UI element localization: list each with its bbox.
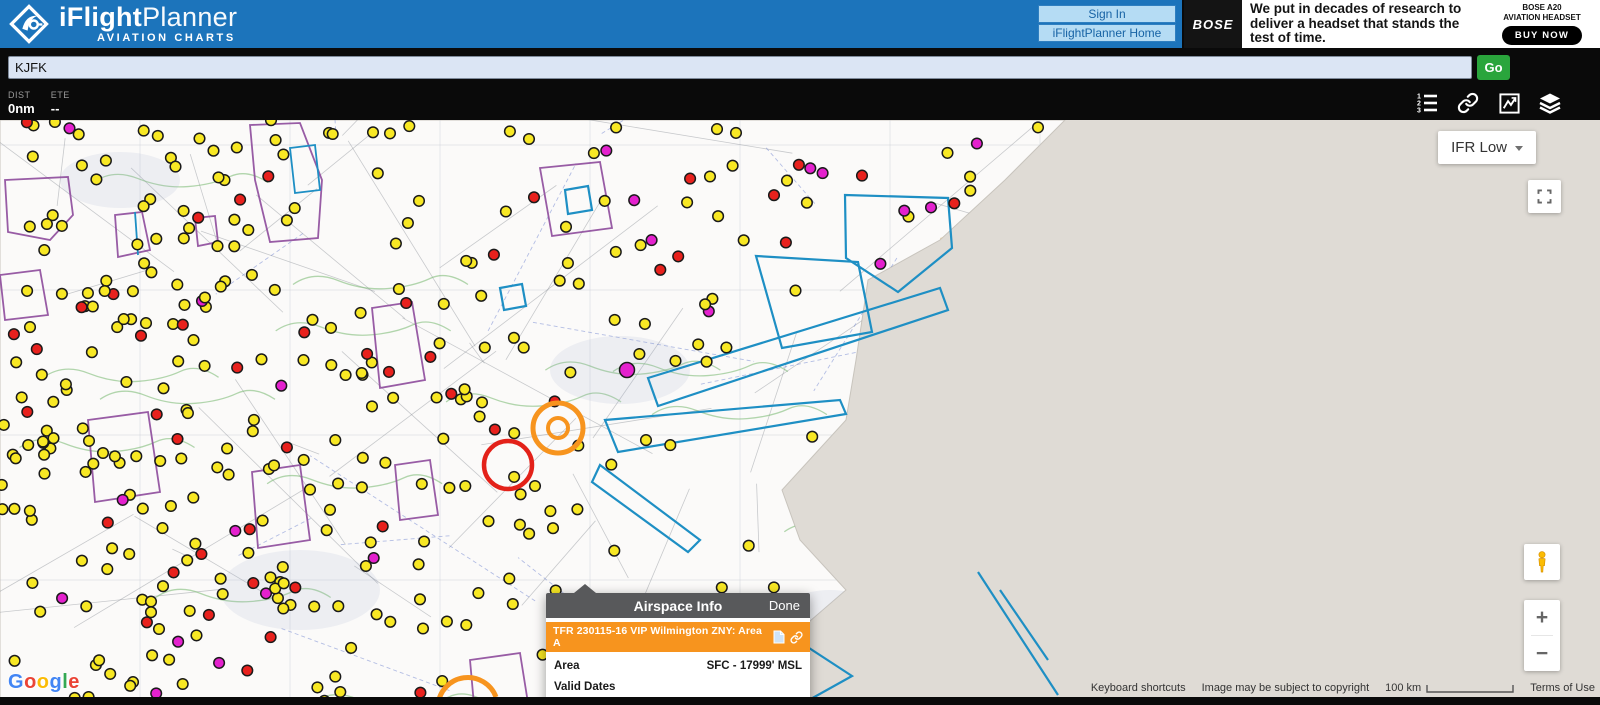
chart-layer-selector[interactable]: IFR Low	[1438, 131, 1536, 164]
search-input[interactable]	[8, 55, 1472, 79]
svg-text:1: 1	[1417, 94, 1421, 101]
app-header: iFlightPlanner AVIATION CHARTS Sign In i…	[0, 0, 1600, 48]
popup-title: Airspace Info	[633, 597, 723, 614]
buy-now-button[interactable]: BUY NOW	[1501, 26, 1583, 45]
ete-value: --	[50, 101, 60, 116]
ete-label: ETE	[50, 90, 70, 100]
map-scale: 100 km	[1385, 682, 1514, 694]
bose-logo: BOSE	[1184, 0, 1242, 48]
street-view-pegman[interactable]	[1524, 544, 1560, 580]
distance-label: DIST	[8, 90, 31, 100]
link-icon	[1457, 92, 1479, 114]
google-logo[interactable]: Google	[8, 671, 80, 694]
layer-selector-label: IFR Low	[1451, 139, 1507, 156]
search-bar: Go	[0, 48, 1600, 86]
layers-button[interactable]	[1538, 91, 1562, 115]
sign-in-button[interactable]: Sign In	[1038, 5, 1176, 23]
brand-tagline: AVIATION CHARTS	[97, 32, 236, 44]
done-button[interactable]: Done	[769, 593, 800, 618]
route-list-button[interactable]: 123	[1415, 91, 1439, 115]
scale-bar	[1426, 684, 1514, 693]
route-profile-button[interactable]	[1497, 91, 1521, 115]
tfr-item-row[interactable]: TFR 230115-16 VIP Wilmington ZNY: Area A	[546, 622, 810, 652]
distance-metric: DIST 0nm	[8, 90, 35, 116]
auth-buttons: Sign In iFlightPlanner Home	[1038, 5, 1176, 42]
route-chart-icon	[1498, 92, 1520, 114]
zoom-out-button[interactable]: −	[1524, 636, 1560, 671]
ordered-list-icon: 123	[1417, 94, 1437, 115]
go-button[interactable]: Go	[1477, 54, 1510, 80]
valid-dates-label: Valid Dates	[554, 681, 616, 693]
map-zoom-control: + −	[1524, 600, 1560, 671]
tfr-title: TFR 230115-16 VIP Wilmington ZNY: Area A	[553, 625, 762, 649]
popup-pointer	[574, 584, 596, 593]
scale-label: 100 km	[1385, 682, 1422, 694]
terms-of-use-link[interactable]: Terms of Use	[1530, 682, 1595, 694]
ad-product-type: AVIATION HEADSET	[1503, 13, 1581, 22]
flight-status-bar: DIST 0nm ETE -- 123	[0, 86, 1600, 120]
airspace-info-popup: Airspace Info Done TFR 230115-16 VIP Wil…	[546, 584, 810, 705]
chevron-down-icon	[1515, 146, 1523, 151]
bottom-bar	[0, 697, 1600, 705]
svg-text:3: 3	[1417, 108, 1421, 115]
bose-ad-banner[interactable]: BOSE We put in decades of research to de…	[1182, 0, 1600, 48]
copyright-notice: Image may be subject to copyright	[1201, 682, 1370, 694]
ad-copy-text: We put in decades of research to deliver…	[1250, 0, 1462, 46]
ete-metric: ETE --	[51, 90, 70, 116]
layers-icon	[1539, 93, 1561, 114]
map-canvas[interactable]: IFR Low + − Airspace Info Done TFR 23011…	[0, 120, 1600, 705]
ad-product-name: BOSE A20	[1522, 3, 1562, 12]
area-label: Area	[554, 660, 580, 672]
iflightplanner-logo-icon	[9, 4, 49, 44]
document-icon[interactable]	[773, 630, 785, 644]
brand-name-light: Planner	[142, 2, 238, 32]
share-link-button[interactable]	[1456, 91, 1480, 115]
fullscreen-icon	[1537, 189, 1552, 204]
zoom-in-button[interactable]: +	[1524, 600, 1560, 635]
fullscreen-button[interactable]	[1528, 180, 1561, 213]
brand-name-bold: iFlight	[59, 2, 143, 32]
area-altitude-value: SFC - 17999' MSL	[706, 660, 802, 672]
distance-value: 0nm	[8, 101, 35, 116]
pegman-icon	[1538, 551, 1546, 573]
brand-logo[interactable]: iFlightPlanner AVIATION CHARTS	[8, 3, 237, 45]
keyboard-shortcuts-link[interactable]: Keyboard shortcuts	[1091, 682, 1186, 694]
iflightplanner-home-button[interactable]: iFlightPlanner Home	[1038, 24, 1176, 42]
svg-text:2: 2	[1417, 101, 1421, 108]
tfr-link-icon[interactable]	[790, 630, 803, 644]
